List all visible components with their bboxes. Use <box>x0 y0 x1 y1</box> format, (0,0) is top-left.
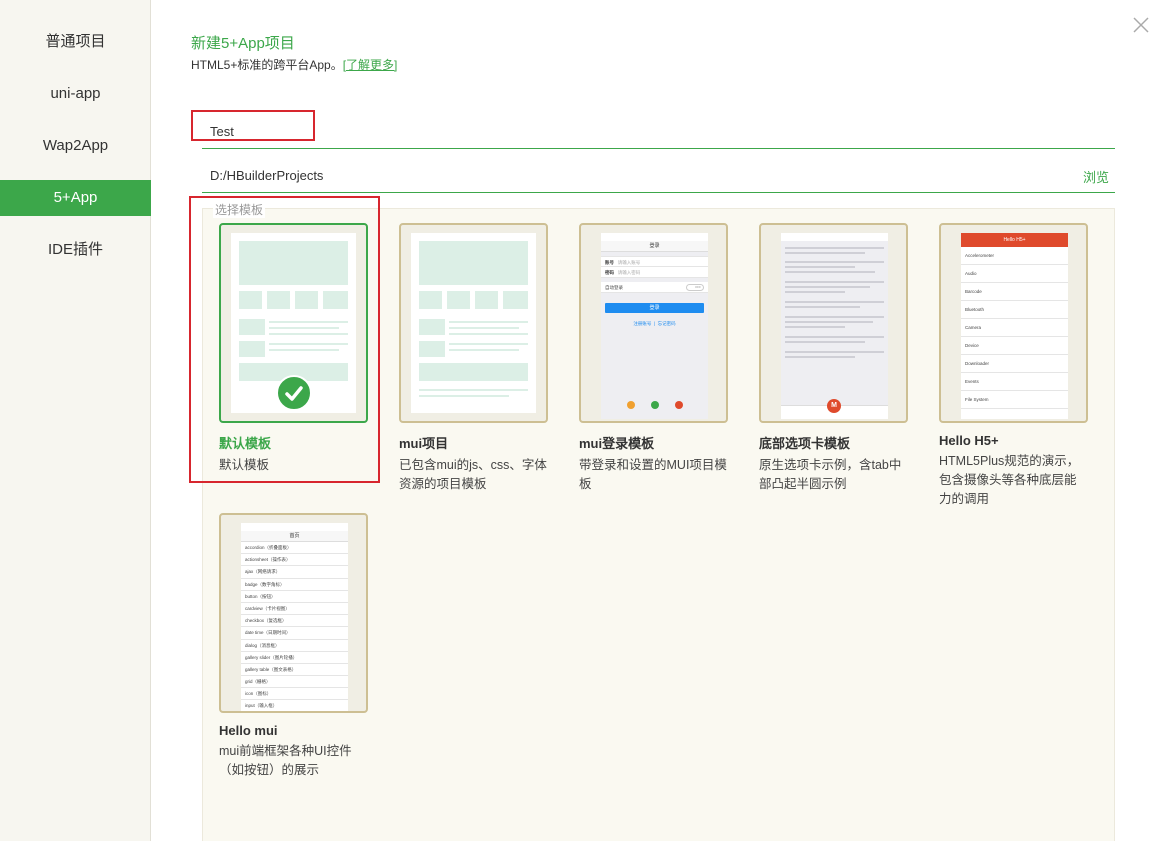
main-panel: 新建5+App项目 HTML5+标准的跨平台App。[了解更多] 浏览 选择模板 <box>151 0 1164 841</box>
project-location-input[interactable] <box>202 157 1062 193</box>
template-desc: 带登录和设置的MUI项目模板 <box>579 458 727 491</box>
template-name: mui项目 <box>399 436 449 451</box>
page-subtitle: HTML5+标准的跨平台App。[了解更多] <box>191 56 397 73</box>
template-thumbnail <box>399 223 548 423</box>
template-thumbnail <box>219 223 368 423</box>
template-thumbnail: 首页 accordion（折叠面板） actionsheet（操作表） ajax… <box>219 513 368 713</box>
sidebar-item-uni-app[interactable]: uni-app <box>0 76 151 112</box>
browse-link[interactable]: 浏览 <box>1083 167 1109 186</box>
template-desc: HTML5Plus规范的演示，包含摄像头等各种底层能力的调用 <box>939 454 1080 506</box>
sidebar-item-wap2app[interactable]: Wap2App <box>0 128 151 164</box>
template-name: 默认模板 <box>219 436 272 451</box>
sidebar-item-normal-project[interactable]: 普通项目 <box>0 24 151 60</box>
sidebar-item-5plus-app[interactable]: 5+App <box>0 180 151 216</box>
tab-center-icon: M <box>827 399 841 413</box>
check-circle-icon <box>276 375 312 411</box>
template-hello-h5plus[interactable]: Hello H5+ Accelerometer Audio Barcode Bl… <box>939 223 1088 509</box>
page-title: 新建5+App项目 <box>191 35 295 52</box>
template-bottom-tabs[interactable]: M 底部选项卡模板 原生选项卡示例，含tab中部凸起半圆示例 <box>759 223 908 494</box>
h5-thumb-title: Hello H5+ <box>961 233 1068 247</box>
template-panel: 选择模板 默认模板 默认模板 mui项目 已包含mui的js、css、字体资源的… <box>202 201 1115 841</box>
close-icon[interactable] <box>1130 14 1152 36</box>
project-name-field <box>202 113 1115 149</box>
sidebar-item-ide-plugin[interactable]: IDE插件 <box>0 232 151 268</box>
template-desc: 已包含mui的js、css、字体资源的项目模板 <box>399 458 547 491</box>
learn-more-link[interactable]: [了解更多] <box>343 58 398 72</box>
project-name-input[interactable] <box>202 113 1062 149</box>
template-legend: 选择模板 <box>213 201 266 218</box>
template-mui-project[interactable]: mui项目 已包含mui的js、css、字体资源的项目模板 <box>399 223 548 494</box>
template-desc: 默认模板 <box>219 458 270 472</box>
template-thumbnail: Hello H5+ Accelerometer Audio Barcode Bl… <box>939 223 1088 423</box>
template-name: 底部选项卡模板 <box>759 436 851 451</box>
template-thumbnail: M <box>759 223 908 423</box>
mui-thumb-title: 首页 <box>241 531 348 542</box>
template-name: Hello H5+ <box>939 433 999 448</box>
template-name: Hello mui <box>219 723 278 738</box>
template-name: mui登录模板 <box>579 436 655 451</box>
template-mui-login[interactable]: 登录 账号 请输入账号 密码 请输入密码 自动登录 OFF 登录 注册账号 | 忘… <box>579 223 728 494</box>
template-desc: 原生选项卡示例，含tab中部凸起半圆示例 <box>759 458 902 491</box>
template-default[interactable]: 默认模板 默认模板 <box>219 223 368 475</box>
template-hello-mui[interactable]: 首页 accordion（折叠面板） actionsheet（操作表） ajax… <box>219 513 368 780</box>
login-thumb-title: 登录 <box>601 241 708 252</box>
sidebar: 普通项目 uni-app Wap2App 5+App IDE插件 <box>0 0 151 841</box>
template-desc: mui前端框架各种UI控件（如按钮）的展示 <box>219 744 352 777</box>
project-location-field: 浏览 <box>202 157 1115 193</box>
template-thumbnail: 登录 账号 请输入账号 密码 请输入密码 自动登录 OFF 登录 注册账号 | 忘… <box>579 223 728 423</box>
subtitle-text: HTML5+标准的跨平台App。 <box>191 58 343 72</box>
